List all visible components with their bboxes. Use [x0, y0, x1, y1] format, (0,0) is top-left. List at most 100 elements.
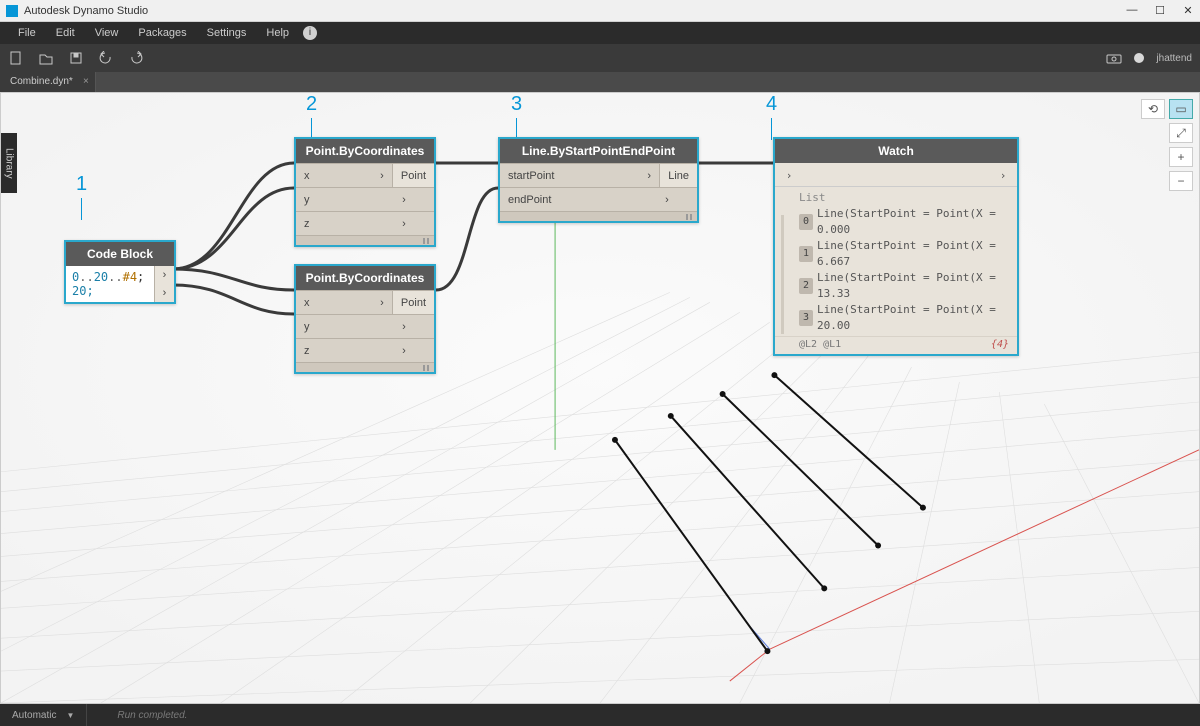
output-port-label[interactable]: Point: [392, 291, 434, 314]
view-controls: ⟲ ▭ ⤢ + −: [1141, 99, 1193, 191]
watch-row: 0 Line(StartPoint = Point(X = 0.000: [799, 206, 1009, 238]
camera-icon[interactable]: [1106, 50, 1122, 66]
title-bar: Autodesk Dynamo Studio — ☐ ✕: [0, 0, 1200, 22]
node-line-by-startpoint-endpoint[interactable]: Line.ByStartPointEndPoint startPoint › L…: [498, 137, 699, 223]
chevron-right-icon[interactable]: ›: [394, 321, 414, 333]
list-label: List: [799, 191, 1009, 204]
chevron-right-icon[interactable]: ›: [372, 297, 392, 309]
output-port[interactable]: ›: [995, 169, 1011, 182]
watch-io-row: › ›: [775, 165, 1017, 187]
app-logo-icon: [6, 5, 18, 17]
maximize-button[interactable]: ☐: [1154, 4, 1166, 17]
chevron-right-icon[interactable]: ›: [657, 194, 677, 206]
item-count: {4}: [991, 339, 1009, 350]
code-token: ..: [79, 270, 93, 284]
output-port[interactable]: ›: [154, 266, 174, 284]
redo-icon[interactable]: [128, 50, 144, 66]
graph-canvas[interactable]: Library ⟲ ▭ ⤢ + − 1 2 3 4 Code Block: [0, 92, 1200, 704]
username-label: jhattend: [1156, 53, 1192, 64]
node-title: Point.ByCoordinates: [296, 266, 434, 290]
annotation-1: 1: [76, 173, 87, 220]
output-port[interactable]: ›: [154, 284, 174, 302]
watch-row: 2 Line(StartPoint = Point(X = 13.33: [799, 270, 1009, 302]
menu-packages[interactable]: Packages: [128, 27, 196, 39]
index-badge: 2: [799, 278, 813, 294]
node-point-by-coordinates-1[interactable]: Point.ByCoordinates x › Point y › . z › …: [294, 137, 436, 247]
node-footer: [296, 362, 434, 372]
input-port-y[interactable]: y: [296, 321, 394, 333]
toolbar: jhattend: [0, 44, 1200, 72]
watch-row: 1 Line(StartPoint = Point(X = 6.667: [799, 238, 1009, 270]
save-file-icon[interactable]: [68, 50, 84, 66]
node-code-block[interactable]: Code Block 0..20..#4; 20; › ›: [64, 240, 176, 304]
node-title: Point.ByCoordinates: [296, 139, 434, 163]
document-tab-bar: Combine.dyn*: [0, 72, 1200, 92]
chevron-right-icon[interactable]: ›: [372, 170, 392, 182]
code-token: 20;: [72, 284, 94, 298]
tab-name: Combine.dyn*: [10, 76, 73, 87]
annotation-2: 2: [306, 93, 317, 140]
chevron-right-icon[interactable]: ›: [394, 345, 414, 357]
open-file-icon[interactable]: [38, 50, 54, 66]
menu-file[interactable]: File: [8, 27, 46, 39]
document-tab[interactable]: Combine.dyn*: [0, 72, 96, 92]
input-port[interactable]: ›: [781, 169, 797, 182]
menu-edit[interactable]: Edit: [46, 27, 85, 39]
zoom-in-button[interactable]: +: [1169, 147, 1193, 167]
index-badge: 0: [799, 214, 813, 230]
close-button[interactable]: ✕: [1182, 4, 1194, 17]
chevron-right-icon[interactable]: ›: [394, 194, 414, 206]
user-avatar-icon[interactable]: [1134, 53, 1144, 63]
input-port-endpoint[interactable]: endPoint: [500, 194, 657, 206]
code-body[interactable]: 0..20..#4; 20;: [66, 266, 154, 302]
level-labels: @L2 @L1: [799, 339, 841, 350]
node-point-by-coordinates-2[interactable]: Point.ByCoordinates x › Point y › . z › …: [294, 264, 436, 374]
node-title: Code Block: [66, 242, 174, 266]
node-watch[interactable]: Watch › › List 0 Line(StartPoint = Point…: [773, 137, 1019, 356]
input-port-x[interactable]: x: [296, 170, 372, 182]
input-port-z[interactable]: z: [296, 345, 394, 357]
watch-footer: @L2 @L1 {4}: [775, 336, 1017, 352]
watch-text: Line(StartPoint = Point(X = 6.667: [817, 238, 1009, 270]
list-strip-icon: [781, 215, 784, 334]
run-mode-dropdown[interactable]: Automatic ▼: [0, 704, 87, 726]
status-message: Run completed.: [87, 710, 187, 721]
input-port-z[interactable]: z: [296, 218, 394, 230]
annotation-4: 4: [766, 93, 777, 140]
input-port-x[interactable]: x: [296, 297, 372, 309]
menu-view[interactable]: View: [85, 27, 129, 39]
zoom-out-button[interactable]: −: [1169, 171, 1193, 191]
chevron-right-icon[interactable]: ›: [639, 170, 659, 182]
code-token: #4: [123, 270, 137, 284]
watch-text: Line(StartPoint = Point(X = 13.33: [817, 270, 1009, 302]
menu-bar: File Edit View Packages Settings Help i: [0, 22, 1200, 44]
view-3d-orbit-button[interactable]: ⟲: [1141, 99, 1165, 119]
output-port-label[interactable]: Line: [659, 164, 697, 187]
new-file-icon[interactable]: [8, 50, 24, 66]
index-badge: 1: [799, 246, 813, 262]
menu-help[interactable]: Help: [256, 27, 299, 39]
output-port-label[interactable]: Point: [392, 164, 434, 187]
input-port-y[interactable]: y: [296, 194, 394, 206]
code-token: 20: [94, 270, 108, 284]
library-panel-toggle[interactable]: Library: [1, 133, 17, 193]
minimize-button[interactable]: —: [1126, 4, 1138, 17]
undo-icon[interactable]: [98, 50, 114, 66]
status-bar: Automatic ▼ Run completed.: [0, 704, 1200, 726]
menu-settings[interactable]: Settings: [197, 27, 257, 39]
watch-text: Line(StartPoint = Point(X = 0.000: [817, 206, 1009, 238]
zoom-fit-button[interactable]: ⤢: [1169, 123, 1193, 143]
watch-row: 3 Line(StartPoint = Point(X = 20.00: [799, 302, 1009, 334]
input-port-startpoint[interactable]: startPoint: [500, 170, 639, 182]
code-token: ..: [108, 270, 122, 284]
node-footer: [500, 211, 697, 221]
index-badge: 3: [799, 310, 813, 326]
node-footer: [296, 235, 434, 245]
chevron-right-icon[interactable]: ›: [394, 218, 414, 230]
node-title: Line.ByStartPointEndPoint: [500, 139, 697, 163]
window-controls: — ☐ ✕: [1126, 4, 1194, 17]
info-icon[interactable]: i: [303, 26, 317, 40]
watch-text: Line(StartPoint = Point(X = 20.00: [817, 302, 1009, 334]
view-graph-button[interactable]: ▭: [1169, 99, 1193, 119]
watch-list: List 0 Line(StartPoint = Point(X = 0.000…: [775, 187, 1017, 336]
